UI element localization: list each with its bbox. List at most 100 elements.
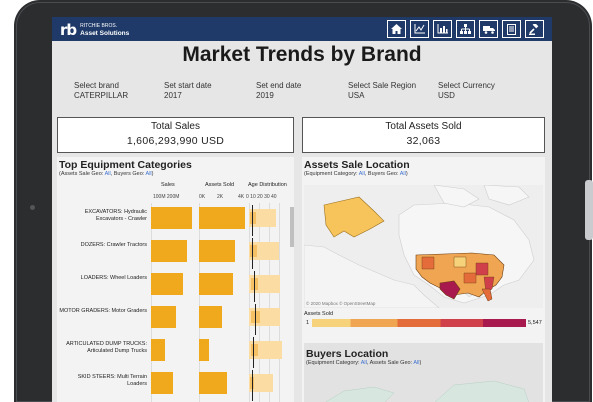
legend-title: Assets Sold xyxy=(304,311,334,317)
logo-line2: Asset Solutions xyxy=(80,30,130,37)
sales-bar[interactable] xyxy=(151,306,177,328)
logo-mark: rb xyxy=(60,21,77,39)
panel-title: Buyers Location xyxy=(306,348,389,360)
total-sales-card: Total Sales 1,606,293,990 USD xyxy=(57,117,294,153)
panel-subtitle: (Assets Sale Geo: All, Buyers Geo: All) xyxy=(57,171,294,177)
filter-value: 2019 xyxy=(256,91,274,100)
nav-icons xyxy=(387,20,544,38)
category-label[interactable]: EXCAVATORS: Hydraulic Excavators - Crawl… xyxy=(57,209,147,223)
filter-label: Select brand xyxy=(74,81,119,90)
buyers-map-preview xyxy=(325,380,529,402)
age-median-line xyxy=(252,205,253,236)
assets-axis-tick: 2K xyxy=(217,194,224,200)
sales-bar[interactable] xyxy=(151,372,174,394)
line-chart-icon[interactable] xyxy=(410,20,429,38)
scrollbar-thumb[interactable] xyxy=(290,207,294,247)
gridline xyxy=(259,203,260,402)
category-label[interactable]: LOADERS: Wheel Loaders xyxy=(57,275,147,282)
assets-column-header: Assets Sold xyxy=(205,182,235,188)
start-date-filter[interactable]: Set start date 2017 xyxy=(164,81,256,101)
subtitle-text: (Equipment Category: xyxy=(304,171,359,177)
gridline xyxy=(269,203,270,402)
subtitle-text: , Buyers Geo: xyxy=(110,171,146,177)
total-sales-value: 1,606,293,990 USD xyxy=(126,135,225,147)
camera-dot xyxy=(30,205,35,210)
assets-bar[interactable] xyxy=(199,273,233,295)
sales-column-header: Sales xyxy=(161,182,175,188)
assets-bar[interactable] xyxy=(199,372,227,394)
category-label[interactable]: MOTOR GRADERS: Motor Graders xyxy=(57,308,147,315)
categories-chart: EXCAVATORS: Hydraulic Excavators - Crawl… xyxy=(57,203,294,402)
age-median-line xyxy=(255,304,256,335)
age-axis-ticks: 0 10 20 30 40 xyxy=(246,194,277,200)
home-icon[interactable] xyxy=(387,20,406,38)
bar-chart-icon[interactable] xyxy=(433,20,452,38)
category-label[interactable]: ARTICULATED DUMP TRUCKS: Articulated Dum… xyxy=(57,341,147,355)
sale-location-map[interactable]: © 2020 Mapbox © OpenStreetMap xyxy=(304,185,543,308)
total-assets-value: 32,063 xyxy=(406,135,441,147)
category-label[interactable]: DOZERS: Crawler Tractors xyxy=(57,242,147,249)
assets-bar[interactable] xyxy=(199,306,223,328)
subtitle-text: ) xyxy=(151,171,154,177)
subtitle-text: (Assets Sale Geo: xyxy=(59,171,105,177)
assets-bar[interactable] xyxy=(199,240,236,262)
sales-bar[interactable] xyxy=(151,207,192,229)
panel-title: Assets Sale Location xyxy=(304,159,410,171)
category-label[interactable]: SKID STEERS: Multi Terrain Loaders xyxy=(57,374,147,388)
age-iqr-band xyxy=(250,212,256,224)
age-median-line xyxy=(252,370,253,401)
sale-region-filter[interactable]: Select Sale Region USA xyxy=(348,81,438,101)
end-date-filter[interactable]: Set end date 2019 xyxy=(256,81,348,101)
top-bar: rb RITCHIE BROS. Asset Solutions xyxy=(52,17,552,41)
subtitle-text: ) xyxy=(419,360,422,366)
sales-bar[interactable] xyxy=(151,273,184,295)
document-icon[interactable] xyxy=(502,20,521,38)
panel-subtitle: (Equipment Category: All, Assets Sale Ge… xyxy=(304,360,543,366)
subtitle-text: ) xyxy=(405,171,408,177)
sales-bar[interactable] xyxy=(151,240,187,262)
logo: rb RITCHIE BROS. Asset Solutions xyxy=(60,21,129,39)
filter-label: Set end date xyxy=(256,81,302,90)
filter-value: CATERPILLAR xyxy=(74,91,129,100)
gavel-icon[interactable] xyxy=(525,20,544,38)
sales-axis-ticks: 100M 200M xyxy=(153,194,180,200)
tablet-side-button xyxy=(585,180,593,240)
sales-bar[interactable] xyxy=(151,339,165,361)
legend-max: 5,547 xyxy=(528,320,542,326)
subtitle-text: , Assets Sale Geo: xyxy=(366,360,414,366)
panel-subtitle: (Equipment Category: All, Buyers Geo: Al… xyxy=(302,171,545,177)
filter-label: Set start date xyxy=(164,81,212,90)
gridline xyxy=(249,203,250,402)
subtitle-text: (Equipment Category: xyxy=(306,360,361,366)
filter-bar: Select brand CATERPILLAR Set start date … xyxy=(74,81,534,101)
assets-bar[interactable] xyxy=(199,207,246,229)
filter-label: Select Currency xyxy=(438,81,495,90)
age-column-header: Age Distribution xyxy=(248,182,287,188)
truck-icon[interactable] xyxy=(479,20,498,38)
color-legend xyxy=(312,319,526,327)
brand-filter[interactable]: Select brand CATERPILLAR xyxy=(74,81,164,101)
currency-filter[interactable]: Select Currency USD xyxy=(438,81,518,101)
legend-min: 1 xyxy=(306,320,310,326)
dashboard-screen: rb RITCHIE BROS. Asset Solutions Market … xyxy=(52,17,552,402)
age-median-line xyxy=(253,337,254,368)
filter-value: 2017 xyxy=(164,91,182,100)
age-median-line xyxy=(254,271,255,302)
assets-axis-tick: 4K xyxy=(238,194,245,200)
assets-axis-tick: 0K xyxy=(199,194,206,200)
map-attribution: © 2020 Mapbox © OpenStreetMap xyxy=(306,301,376,306)
subtitle-text: , Buyers Geo: xyxy=(364,171,400,177)
filter-value: USD xyxy=(438,91,455,100)
hierarchy-icon[interactable] xyxy=(456,20,475,38)
total-assets-label: Total Assets Sold xyxy=(385,121,462,132)
buyers-location-panel: Buyers Location (Equipment Category: All… xyxy=(304,343,543,402)
filter-label: Select Sale Region xyxy=(348,81,417,90)
total-sales-label: Total Sales xyxy=(151,121,200,132)
logo-text: RITCHIE BROS. Asset Solutions xyxy=(80,23,129,37)
page-title: Market Trends by Brand xyxy=(182,43,422,66)
panel-title: Top Equipment Categories xyxy=(59,159,192,171)
sale-location-panel: Assets Sale Location (Equipment Category… xyxy=(302,157,545,402)
gridline xyxy=(279,203,280,402)
assets-bar[interactable] xyxy=(199,339,209,361)
top-categories-panel: Top Equipment Categories (Assets Sale Ge… xyxy=(57,157,294,402)
